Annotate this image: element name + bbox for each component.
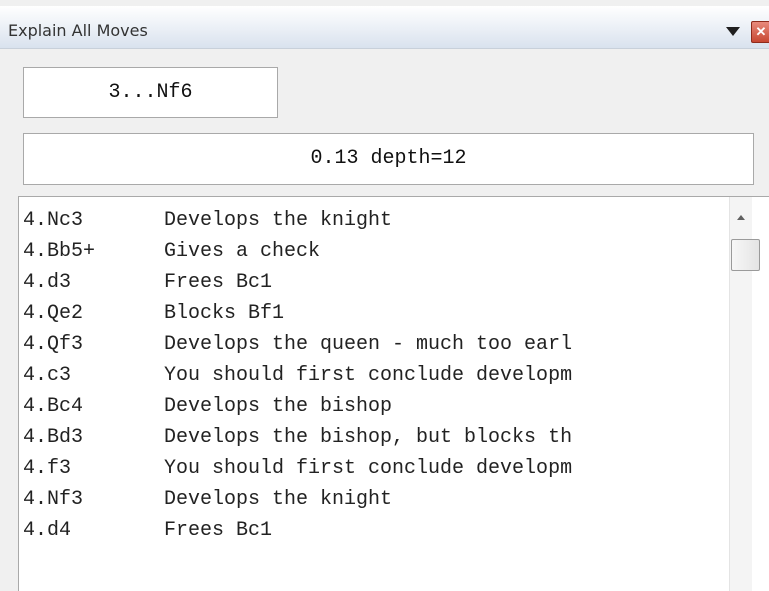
move-notation: 4.Nf3 (23, 488, 84, 511)
list-item[interactable]: 4.Bb5+ Gives a check (23, 236, 728, 267)
list-item[interactable]: 4.Nc3 Develops the knight (23, 205, 728, 236)
move-notation: 4.Nc3 (23, 209, 84, 232)
scrollbar-thumb[interactable] (731, 239, 760, 271)
move-explanation: Develops the knight (164, 488, 393, 511)
list-item[interactable]: 4.Qf3 Develops the queen - much too earl (23, 329, 728, 360)
move-explanation: Frees Bc1 (164, 519, 273, 542)
close-icon[interactable]: ✕ (751, 21, 769, 43)
moves-list[interactable]: 4.Nc3 Develops the knight 4.Bb5+ Gives a c… (18, 196, 769, 591)
explain-all-moves-panel: Explain All Moves ✕ 3...Nf6 0.13 depth=1… (0, 0, 769, 591)
list-item[interactable]: 4.Bd3 Develops the bishop, but blocks th (23, 422, 728, 453)
list-item[interactable]: 4.d4 Frees Bc1 (23, 515, 728, 546)
move-explanation: Develops the queen - much too earl (164, 333, 573, 356)
move-explanation: Frees Bc1 (164, 271, 273, 294)
vertical-scrollbar[interactable] (729, 197, 760, 591)
list-item[interactable]: 4.d3 Frees Bc1 (23, 267, 728, 298)
move-explanation: Develops the bishop, but blocks th (164, 426, 573, 449)
move-notation: 4.Qf3 (23, 333, 84, 356)
move-explanation: Gives a check (164, 240, 321, 263)
list-item[interactable]: 4.Nf3 Develops the knight (23, 484, 728, 515)
dropdown-menu-icon[interactable] (726, 27, 740, 36)
move-explanation: You should first conclude developm (164, 364, 573, 387)
title-bar[interactable]: Explain All Moves ✕ (0, 6, 769, 49)
scroll-up-arrow-icon[interactable] (737, 215, 745, 220)
list-item[interactable]: 4.c3 You should first conclude developm (23, 360, 728, 391)
move-explanation: Develops the bishop (164, 395, 393, 418)
move-notation: 4.d4 (23, 519, 72, 542)
move-explanation: You should first conclude developm (164, 457, 573, 480)
move-explanation: Blocks Bf1 (164, 302, 285, 325)
window-title: Explain All Moves (8, 21, 148, 40)
list-item[interactable]: 4.Bc4 Develops the bishop (23, 391, 728, 422)
move-notation: 4.Bd3 (23, 426, 84, 449)
list-item[interactable]: 4.Qe2 Blocks Bf1 (23, 298, 728, 329)
current-move-field: 3...Nf6 (23, 67, 278, 118)
move-notation: 4.d3 (23, 271, 72, 294)
move-notation: 4.Bb5+ (23, 240, 96, 263)
move-notation: 4.c3 (23, 364, 72, 387)
move-notation: 4.Bc4 (23, 395, 84, 418)
moves-list-content: 4.Nc3 Develops the knight 4.Bb5+ Gives a c… (23, 205, 728, 591)
move-notation: 4.Qe2 (23, 302, 84, 325)
move-notation: 4.f3 (23, 457, 72, 480)
evaluation-field: 0.13 depth=12 (23, 133, 754, 185)
move-explanation: Develops the knight (164, 209, 393, 232)
list-item[interactable]: 4.f3 You should first conclude developm (23, 453, 728, 484)
